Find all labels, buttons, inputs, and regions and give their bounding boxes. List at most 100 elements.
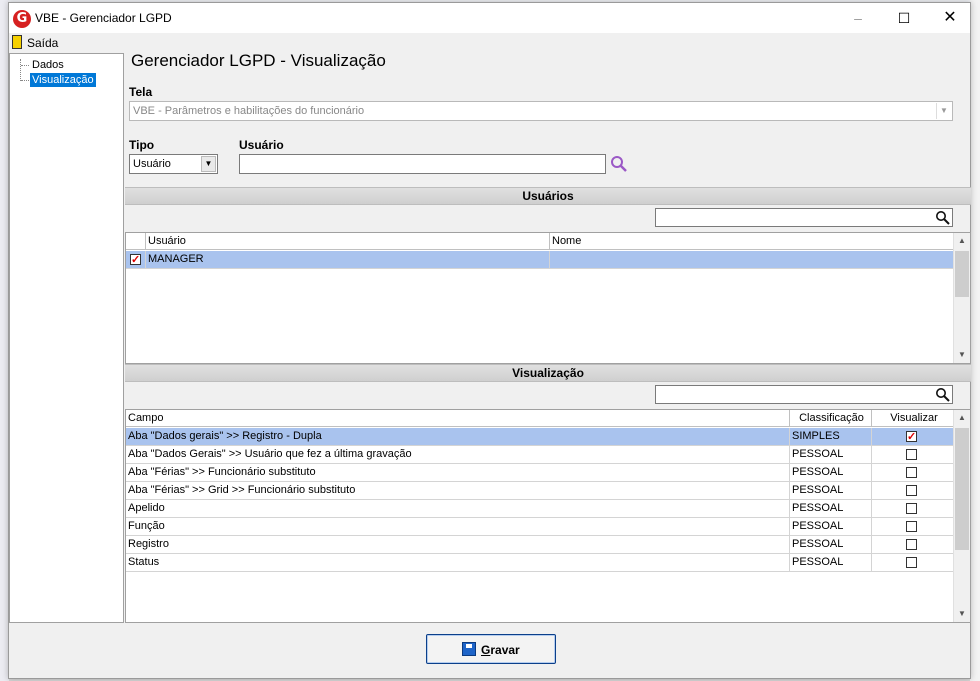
- scroll-up-icon[interactable]: ▲: [954, 410, 970, 426]
- exit-door-icon[interactable]: [12, 35, 22, 49]
- visualizar-checkbox[interactable]: [906, 557, 917, 568]
- usuarios-grid-header: Usuário Nome: [126, 233, 954, 250]
- search-icon[interactable]: [610, 155, 628, 173]
- visualizacao-grid-header: Campo Classificação Visualizar: [126, 410, 954, 427]
- column-header-visualizar[interactable]: Visualizar: [872, 410, 954, 427]
- visualizar-checkbox[interactable]: [906, 449, 917, 460]
- visualizar-cell[interactable]: [872, 428, 954, 445]
- scroll-down-icon[interactable]: ▼: [954, 606, 970, 622]
- close-button[interactable]: ✕: [927, 3, 973, 33]
- table-row[interactable]: Status PESSOAL: [126, 554, 954, 572]
- classificacao-cell: PESSOAL: [790, 482, 872, 499]
- visualizar-cell[interactable]: [872, 446, 954, 463]
- classificacao-cell: SIMPLES: [790, 428, 872, 445]
- window-title: VBE - Gerenciador LGPD: [35, 11, 172, 25]
- visualizar-checkbox[interactable]: [906, 467, 917, 478]
- chevron-down-icon[interactable]: ▼: [936, 103, 951, 119]
- menu-item-exit[interactable]: Saída: [27, 36, 58, 50]
- visualizar-checkbox[interactable]: [906, 521, 917, 532]
- table-row[interactable]: Função PESSOAL: [126, 518, 954, 536]
- minimize-button[interactable]: –: [835, 3, 881, 33]
- tipo-select-value: Usuário: [133, 158, 171, 170]
- visualizar-checkbox[interactable]: [906, 485, 917, 496]
- classificacao-cell: PESSOAL: [790, 500, 872, 517]
- scroll-thumb[interactable]: [955, 428, 969, 550]
- campo-cell: Aba "Dados Gerais" >> Usuário que fez a …: [126, 446, 790, 463]
- usuarios-filter-input[interactable]: [655, 208, 953, 227]
- tree-item-dados[interactable]: Dados: [30, 58, 66, 72]
- chevron-down-icon[interactable]: ▼: [201, 156, 216, 172]
- nome-cell: [550, 251, 954, 268]
- table-row[interactable]: Apelido PESSOAL: [126, 500, 954, 518]
- campo-cell: Função: [126, 518, 790, 535]
- tree-connector: [20, 59, 21, 81]
- column-header-usuario[interactable]: Usuário: [146, 233, 550, 250]
- campo-cell: Apelido: [126, 500, 790, 517]
- classificacao-cell: PESSOAL: [790, 446, 872, 463]
- usuario-input[interactable]: [239, 154, 606, 174]
- menu-bar: Saída: [9, 33, 970, 53]
- usuarios-section-header: Usuários: [125, 187, 971, 205]
- floppy-disk-icon: [462, 642, 476, 656]
- classificacao-cell: PESSOAL: [790, 554, 872, 571]
- tree-connector: [21, 65, 29, 66]
- scroll-thumb[interactable]: [955, 251, 969, 297]
- table-row[interactable]: Aba "Dados Gerais" >> Usuário que fez a …: [126, 446, 954, 464]
- visualizar-cell[interactable]: [872, 482, 954, 499]
- tree-connector: [21, 80, 29, 81]
- visualizacao-section-header: Visualização: [125, 364, 971, 382]
- visualizar-cell[interactable]: [872, 500, 954, 517]
- tela-select-value: VBE - Parâmetros e habilitações do funci…: [133, 105, 365, 117]
- table-row[interactable]: Aba "Férias" >> Funcionário substituto PE…: [126, 464, 954, 482]
- visualizar-cell[interactable]: [872, 464, 954, 481]
- navigation-tree: Dados Visualização: [9, 53, 124, 623]
- page-title: Gerenciador LGPD - Visualização: [131, 51, 386, 70]
- table-row[interactable]: Registro PESSOAL: [126, 536, 954, 554]
- row-checkbox[interactable]: [130, 252, 141, 268]
- table-row[interactable]: Aba "Dados gerais" >> Registro - Dupla SI…: [126, 428, 954, 446]
- app-window: G VBE - Gerenciador LGPD – ☐ ✕ Saída Dad…: [8, 2, 971, 679]
- column-header-classificacao[interactable]: Classificação: [790, 410, 872, 427]
- visualizacao-scrollbar[interactable]: ▲ ▼: [953, 410, 970, 622]
- tela-select[interactable]: VBE - Parâmetros e habilitações do funci…: [129, 101, 953, 121]
- checkbox-column-header: [126, 233, 146, 250]
- tree-item-visualizacao[interactable]: Visualização: [30, 73, 96, 87]
- maximize-button[interactable]: ☐: [881, 3, 927, 33]
- tipo-select[interactable]: Usuário ▼: [129, 154, 218, 174]
- save-button-label: Gravar: [481, 643, 520, 657]
- visualizar-cell[interactable]: [872, 554, 954, 571]
- visualizar-cell[interactable]: [872, 518, 954, 535]
- save-button[interactable]: Gravar: [426, 634, 556, 664]
- search-icon[interactable]: [935, 210, 950, 225]
- classificacao-cell: PESSOAL: [790, 464, 872, 481]
- scroll-down-icon[interactable]: ▼: [954, 347, 970, 363]
- classificacao-cell: PESSOAL: [790, 518, 872, 535]
- campo-cell: Status: [126, 554, 790, 571]
- scroll-up-icon[interactable]: ▲: [954, 233, 970, 249]
- usuario-label: Usuário: [239, 138, 284, 152]
- campo-cell: Aba "Férias" >> Grid >> Funcionário subs…: [126, 482, 790, 499]
- campo-cell: Aba "Dados gerais" >> Registro - Dupla: [126, 428, 790, 445]
- column-header-nome[interactable]: Nome: [550, 233, 954, 250]
- visualizar-checkbox[interactable]: [906, 539, 917, 550]
- usuarios-scrollbar[interactable]: ▲ ▼: [953, 233, 970, 363]
- search-icon[interactable]: [935, 387, 950, 402]
- row-checkbox-cell[interactable]: [126, 251, 146, 268]
- column-header-campo[interactable]: Campo: [126, 410, 790, 427]
- table-row[interactable]: MANAGER: [126, 251, 954, 269]
- app-logo-icon: G: [13, 10, 31, 28]
- visualizacao-filter-input[interactable]: [655, 385, 953, 404]
- visualizar-checkbox[interactable]: [906, 503, 917, 514]
- table-row[interactable]: Aba "Férias" >> Grid >> Funcionário subs…: [126, 482, 954, 500]
- campo-cell: Aba "Férias" >> Funcionário substituto: [126, 464, 790, 481]
- tipo-label: Tipo: [129, 138, 155, 152]
- visualizacao-grid: Campo Classificação Visualizar Aba "Dado…: [125, 409, 971, 623]
- classificacao-cell: PESSOAL: [790, 536, 872, 553]
- visualizar-cell[interactable]: [872, 536, 954, 553]
- title-bar[interactable]: G VBE - Gerenciador LGPD – ☐ ✕: [9, 3, 970, 33]
- visualizar-checkbox[interactable]: [906, 429, 917, 445]
- desktop-background-right: [970, 0, 980, 681]
- campo-cell: Registro: [126, 536, 790, 553]
- usuarios-grid: Usuário Nome MANAGER ▲ ▼: [125, 232, 971, 364]
- usuario-cell: MANAGER: [146, 251, 550, 268]
